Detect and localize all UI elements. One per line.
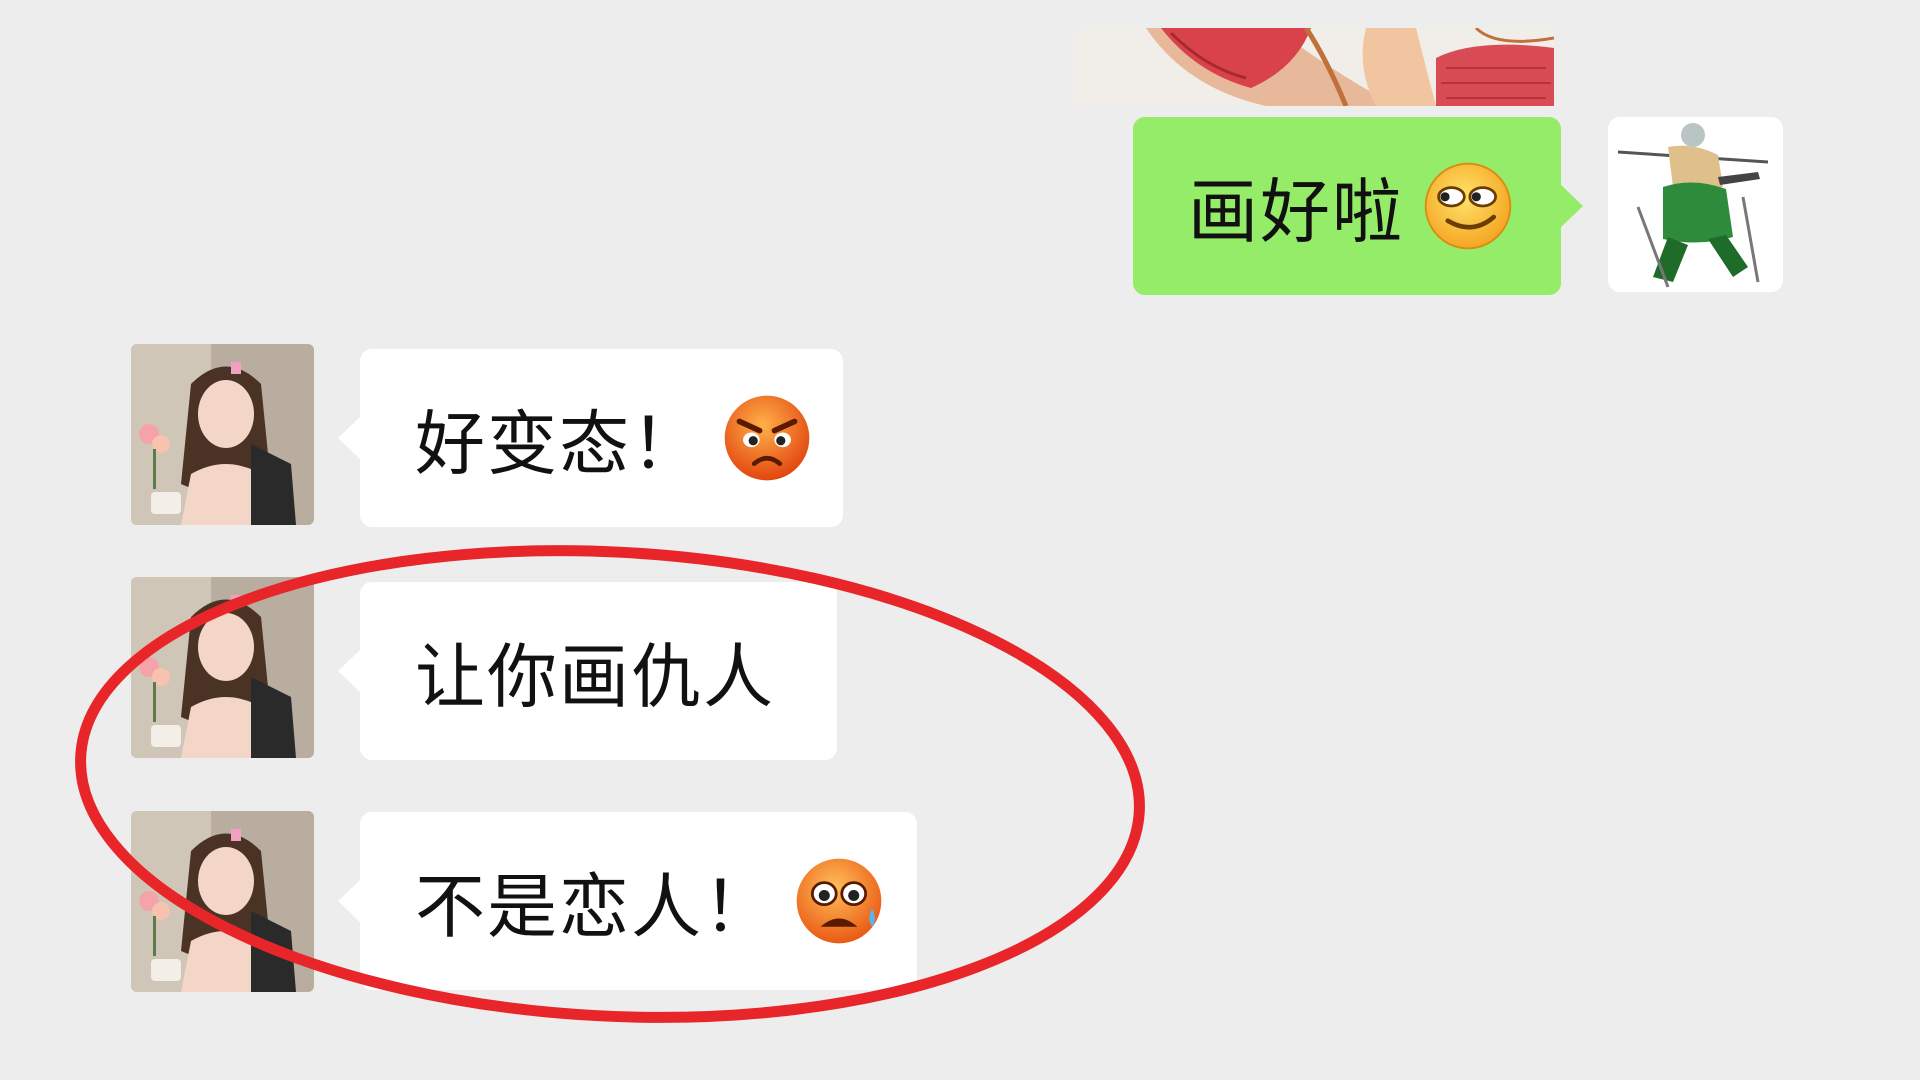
anxious-sweat-emoji-icon bbox=[793, 855, 885, 947]
message-text: 画好啦 bbox=[1188, 170, 1404, 253]
friend-avatar[interactable] bbox=[131, 344, 314, 525]
self-avatar[interactable] bbox=[1608, 117, 1783, 292]
message-bubble-friend[interactable]: 不是恋人！ bbox=[338, 812, 917, 990]
message-bubble-self[interactable]: 画好啦 bbox=[1133, 117, 1583, 295]
message-bubble-friend[interactable]: 好变态！ bbox=[338, 349, 843, 527]
friend-avatar[interactable] bbox=[131, 811, 314, 992]
chat-screen: 画好啦 好变态！ 让你画仇人 不是恋人！ bbox=[0, 0, 1920, 1080]
message-bubble-friend[interactable]: 让你画仇人 bbox=[338, 582, 837, 760]
friend-avatar[interactable] bbox=[131, 577, 314, 758]
drawing-image[interactable] bbox=[1076, 28, 1554, 106]
message-text: 让你画仇人 bbox=[415, 635, 775, 718]
smirk-emoji-icon bbox=[1422, 160, 1514, 252]
angry-emoji-icon bbox=[721, 392, 813, 484]
message-text: 不是恋人！ bbox=[415, 865, 775, 948]
message-text: 好变态！ bbox=[415, 402, 703, 485]
